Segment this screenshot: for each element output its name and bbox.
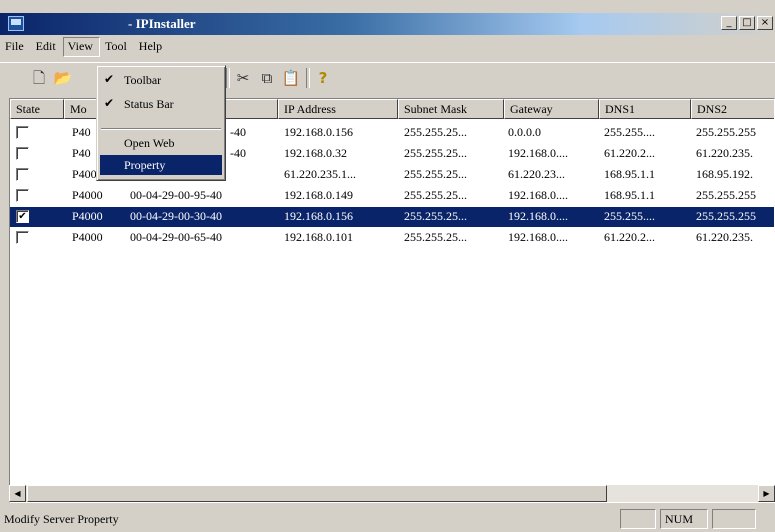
cell-subnet: 255.255.25... [404,125,467,139]
menu-view[interactable]: View [62,37,100,57]
cell-subnet: 255.255.25... [404,209,467,223]
copy-icon[interactable]: ⧉ [256,67,278,89]
status-bar: Modify Server Property NUM [0,505,775,532]
table-row-selected[interactable]: ✔ P4000 00-04-29-00-30-40 192.168.0.156 … [10,207,774,227]
cell-ip: 192.168.0.156 [284,125,353,139]
checkmark-icon: ✔ [104,72,115,86]
status-num: NUM [660,509,708,529]
cell-dns2: 61.220.235. [696,146,753,160]
menu-item-status-bar[interactable]: ✔ Status Bar [100,94,222,114]
cell-model: P4000 [72,209,103,223]
cell-gateway: 0.0.0.0 [508,125,541,139]
cell-gateway: 61.220.23... [508,167,565,181]
status-panel [712,509,756,529]
cell-subnet: 255.255.25... [404,188,467,202]
cell-mac: 00-04-29-00-65-40 [130,230,222,244]
row-checkbox[interactable] [16,168,29,181]
cell-dns2: 255.255.255 [696,125,756,139]
cell-dns2: 61.220.235. [696,230,753,244]
cell-dns2: 255.255.255 [696,209,756,223]
view-menu-dropdown: ✔ Toolbar ✔ Status Bar Open Web Property [96,65,226,181]
row-checkbox[interactable]: ✔ [16,210,29,223]
title-bar[interactable]: - IPInstaller _ □ × [0,13,775,35]
menu-item-label: Property [124,158,166,172]
row-checkbox[interactable] [16,231,29,244]
open-icon[interactable]: 📂 [52,67,74,89]
toolbar-separator [306,68,310,88]
cell-mac: 00-04-29-00-95-40 [130,188,222,202]
cell-gateway: 192.168.0.... [508,209,568,223]
window-controls: _ □ × [721,16,773,30]
cell-ip: 192.168.0.149 [284,188,353,202]
row-checkbox[interactable] [16,147,29,160]
row-checkbox[interactable] [16,189,29,202]
horizontal-scrollbar[interactable]: ◀ ▶ [9,485,775,502]
menu-item-label: Toolbar [124,73,162,87]
menu-item-toolbar[interactable]: ✔ Toolbar [100,70,222,90]
app-window: - IPInstaller _ □ × File Edit View Tool … [0,0,775,532]
cell-subnet: 255.255.25... [404,230,467,244]
cell-mac: 00-04-29-00-30-40 [130,209,222,223]
column-subnet-mask[interactable]: Subnet Mask [398,99,504,119]
cell-ip: 192.168.0.156 [284,209,353,223]
minimize-button[interactable]: _ [721,16,737,30]
menu-bar: File Edit View Tool Help [0,37,775,57]
menu-file[interactable]: File [0,37,31,57]
cell-dns1: 255.255.... [604,209,655,223]
checkmark-icon: ✔ [104,96,115,110]
column-state[interactable]: State [10,99,64,119]
paste-icon[interactable]: 📋 [280,67,302,89]
menu-item-property[interactable]: Property [100,155,222,175]
cell-dns1: 168.95.1.1 [604,167,655,181]
app-icon[interactable] [8,16,24,31]
cell-dns2: 168.95.192. [696,167,753,181]
scroll-thumb[interactable] [27,485,607,502]
cell-gateway: 192.168.0.... [508,188,568,202]
scroll-right-button[interactable]: ▶ [758,485,775,502]
scroll-left-button[interactable]: ◀ [9,485,26,502]
cell-ip: 61.220.235.1... [284,167,356,181]
column-dns1[interactable]: DNS1 [599,99,691,119]
cell-ip: 192.168.0.101 [284,230,353,244]
menu-tool[interactable]: Tool [100,37,134,57]
cell-gateway: 192.168.0.... [508,146,568,160]
menu-item-open-web[interactable]: Open Web [100,133,222,153]
cut-icon[interactable]: ✂ [232,67,254,89]
cell-mac: -40 [230,125,246,139]
cell-dns1: 61.220.2... [604,230,655,244]
status-panel [620,509,656,529]
menu-help[interactable]: Help [134,37,169,57]
cell-gateway: 192.168.0.... [508,230,568,244]
menu-separator [101,128,221,130]
column-gateway[interactable]: Gateway [504,99,599,119]
help-icon[interactable]: ? [312,67,334,89]
cell-model: P4000 [72,188,103,202]
cell-subnet: 255.255.25... [404,167,467,181]
cell-dns1: 61.220.2... [604,146,655,160]
menu-edit[interactable]: Edit [31,37,63,57]
table-row[interactable]: P4000 00-04-29-00-65-40 192.168.0.101 25… [10,228,774,248]
close-button[interactable]: × [757,16,773,30]
cell-model: P40 [72,125,91,139]
menu-item-label: Status Bar [124,97,174,111]
column-dns2[interactable]: DNS2 [691,99,774,119]
cell-subnet: 255.255.25... [404,146,467,160]
cell-dns1: 255.255.... [604,125,655,139]
row-checkbox[interactable] [16,126,29,139]
column-ip-address[interactable]: IP Address [278,99,398,119]
cell-dns1: 168.95.1.1 [604,188,655,202]
status-text: Modify Server Property [4,512,119,526]
menu-item-label: Open Web [124,136,175,150]
cell-mac: -40 [230,146,246,160]
toolbar-separator [226,68,230,88]
maximize-button[interactable]: □ [739,16,755,30]
new-icon[interactable]: 🗋 [28,67,50,89]
window-title: - IPInstaller [128,16,196,31]
cell-model: P4000 [72,230,103,244]
cell-model: P40 [72,146,91,160]
cell-dns2: 255.255.255 [696,188,756,202]
table-row[interactable]: P4000 00-04-29-00-95-40 192.168.0.149 25… [10,186,774,206]
cell-ip: 192.168.0.32 [284,146,347,160]
